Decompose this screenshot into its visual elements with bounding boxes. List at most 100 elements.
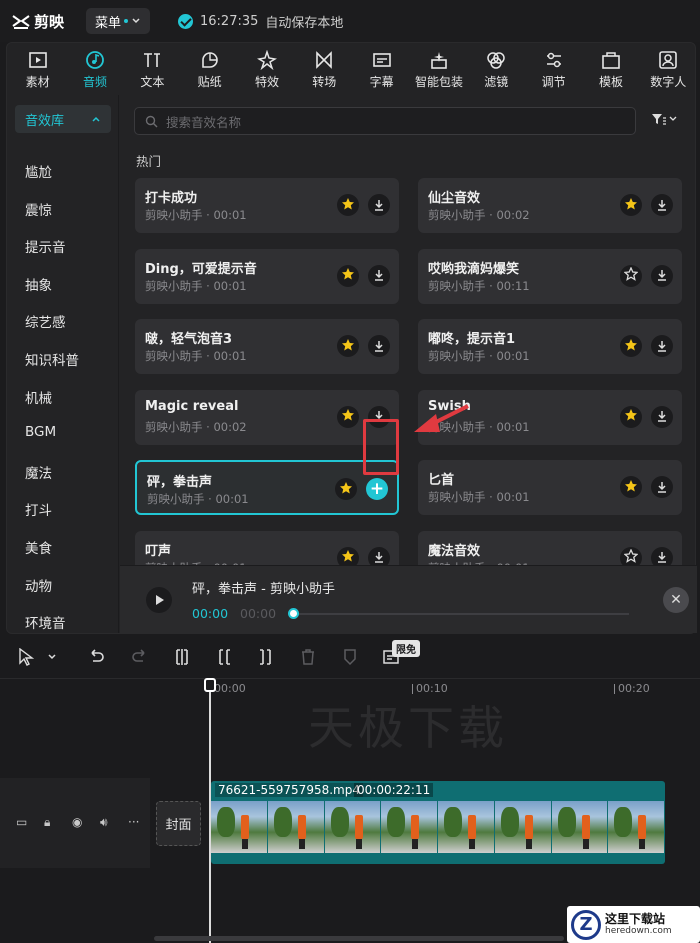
close-preview-button[interactable]: ✕ xyxy=(663,587,689,613)
tab-subtitle[interactable]: 字幕 xyxy=(353,43,410,93)
favorite-button[interactable] xyxy=(337,405,359,428)
download-button[interactable] xyxy=(368,194,390,216)
select-tool-button[interactable] xyxy=(16,647,36,667)
favorite-button[interactable] xyxy=(335,478,357,500)
download-button[interactable] xyxy=(368,264,390,287)
split-left-button[interactable] xyxy=(214,647,234,667)
volume-icon[interactable]: 🔊︎ xyxy=(100,815,108,830)
playhead-handle[interactable] xyxy=(204,678,216,692)
chevron-down-icon xyxy=(132,18,140,24)
horizontal-scrollbar[interactable] xyxy=(154,936,564,941)
sidebar-item[interactable]: 美食 xyxy=(25,537,52,557)
tab-smart-package[interactable]: 智能包装 xyxy=(410,43,467,93)
clip-thumbnail xyxy=(267,801,325,853)
progress-knob[interactable] xyxy=(288,608,299,619)
sound-meta: 剪映小助手 · 00:01 xyxy=(147,492,249,506)
sound-card[interactable]: Ding，可爱提示音 剪映小助手 · 00:01 xyxy=(135,248,399,304)
tab-filter[interactable]: 滤镜 xyxy=(468,43,525,93)
lock-icon[interactable]: 🔒︎ xyxy=(44,815,50,830)
filter-button[interactable] xyxy=(651,113,677,125)
video-clip[interactable]: 76621-559757958.mp4 00:00:22:11 xyxy=(211,781,665,864)
tab-media[interactable]: 素材 xyxy=(9,43,66,93)
sidebar-item[interactable]: 魔法 xyxy=(25,462,52,482)
tab-template[interactable]: 模板 xyxy=(582,43,639,93)
tab-sticker[interactable]: 贴纸 xyxy=(181,43,238,93)
download-icon xyxy=(656,478,668,497)
add-to-track-button[interactable]: + xyxy=(366,478,388,500)
favorite-button[interactable] xyxy=(620,264,642,287)
sound-card[interactable]: 嘟咚，提示音1 剪映小助手 · 00:01 xyxy=(418,319,682,374)
total-time: 00:00 xyxy=(240,606,277,621)
star-filled-icon xyxy=(341,266,355,285)
tab-audio[interactable]: 音频 xyxy=(66,43,123,93)
split-button[interactable] xyxy=(172,647,192,667)
sidebar-item[interactable]: 环境音 xyxy=(25,612,66,632)
sound-name: 仙尘音效 xyxy=(428,191,481,206)
redo-button[interactable] xyxy=(130,647,150,667)
sound-card[interactable]: 仙尘音效 剪映小助手 · 00:02 xyxy=(418,178,682,233)
tab-adjust[interactable]: 调节 xyxy=(525,43,582,93)
mark-button[interactable] xyxy=(340,647,360,667)
download-icon xyxy=(373,337,385,356)
save-text: 自动保存本地 xyxy=(265,16,344,31)
download-button[interactable] xyxy=(651,194,673,216)
eye-icon[interactable]: ◉ xyxy=(72,815,82,829)
sidebar-item[interactable]: BGM xyxy=(25,424,56,440)
sidebar-item[interactable]: 综艺感 xyxy=(25,311,66,331)
favorite-button[interactable] xyxy=(337,194,359,216)
tab-digital-human[interactable]: 数字人 xyxy=(640,43,697,93)
tab-transition[interactable]: 转场 xyxy=(296,43,353,93)
download-button[interactable] xyxy=(651,264,673,287)
favorite-button[interactable] xyxy=(620,476,642,498)
star-outline-icon xyxy=(623,266,639,285)
sound-card[interactable]: 匕首 剪映小助手 · 00:01 xyxy=(418,460,682,515)
sidebar-item[interactable]: 震惊 xyxy=(25,199,52,219)
clip-thumbnail xyxy=(438,801,495,853)
sidebar-item[interactable]: 打斗 xyxy=(25,499,52,519)
sidebar-item[interactable]: 知识科普 xyxy=(25,349,79,369)
tab-effects[interactable]: 特效 xyxy=(238,43,295,93)
favorite-button[interactable] xyxy=(620,194,642,216)
menu-button[interactable]: 菜单 xyxy=(86,8,150,34)
sidebar-item[interactable]: 机械 xyxy=(25,387,52,407)
sound-card[interactable]: 啵，轻气泡音3 剪映小助手 · 00:01 xyxy=(135,319,399,374)
sound-card-selected[interactable]: 砰，拳击声 剪映小助手 · 00:01 + xyxy=(135,460,399,515)
play-button[interactable] xyxy=(146,587,172,613)
download-button[interactable] xyxy=(651,476,673,498)
sound-card[interactable]: Magic reveal 剪映小助手 · 00:02 xyxy=(135,389,399,445)
sound-card[interactable]: 哎哟我滴妈爆笑 剪映小助手 · 00:11 xyxy=(418,248,682,304)
sound-card[interactable]: 打卡成功 剪映小助手 · 00:01 xyxy=(135,178,399,233)
chevron-down-icon xyxy=(48,654,56,660)
split-right-button[interactable] xyxy=(256,647,276,667)
playhead[interactable] xyxy=(209,680,211,943)
cover-button[interactable]: 封面 xyxy=(156,801,201,846)
resource-panel: 素材 音频 文本 贴纸 特效 转场 字幕 智能包装 滤镜 调节 模板 数字人 音效库 尴尬震惊提示音抽… xyxy=(6,42,697,634)
favorite-button[interactable] xyxy=(620,335,642,357)
track-preview-icon[interactable]: ▭ xyxy=(16,815,27,829)
tab-label: 滤镜 xyxy=(484,75,509,89)
download-button[interactable] xyxy=(651,405,673,428)
sidebar-item[interactable]: 尴尬 xyxy=(25,161,52,181)
select-mode-dropdown[interactable] xyxy=(42,647,62,667)
favorite-button[interactable] xyxy=(620,405,642,428)
search-input[interactable]: 搜索音效名称 xyxy=(134,107,636,135)
sidebar-header-sfx-library[interactable]: 音效库 xyxy=(15,105,111,133)
undo-button[interactable] xyxy=(86,647,106,667)
progress-track[interactable] xyxy=(293,613,629,615)
plus-icon: + xyxy=(369,478,385,499)
tab-text[interactable]: 文本 xyxy=(124,43,181,93)
more-icon[interactable]: ··· xyxy=(128,815,139,829)
thumbnail-tree xyxy=(614,807,633,837)
clip-filename: 76621-559757958.mp4 xyxy=(215,783,363,797)
digital-human-icon xyxy=(657,50,679,70)
sound-name: 打卡成功 xyxy=(145,191,198,206)
clip-thumbnail xyxy=(211,801,268,853)
favorite-button[interactable] xyxy=(337,335,359,357)
download-button[interactable] xyxy=(368,335,390,357)
sidebar-item[interactable]: 提示音 xyxy=(25,236,66,256)
delete-button[interactable] xyxy=(298,647,318,667)
sidebar-item[interactable]: 抽象 xyxy=(25,274,52,294)
favorite-button[interactable] xyxy=(337,264,359,287)
sidebar-item[interactable]: 动物 xyxy=(25,575,52,595)
download-button[interactable] xyxy=(651,335,673,357)
